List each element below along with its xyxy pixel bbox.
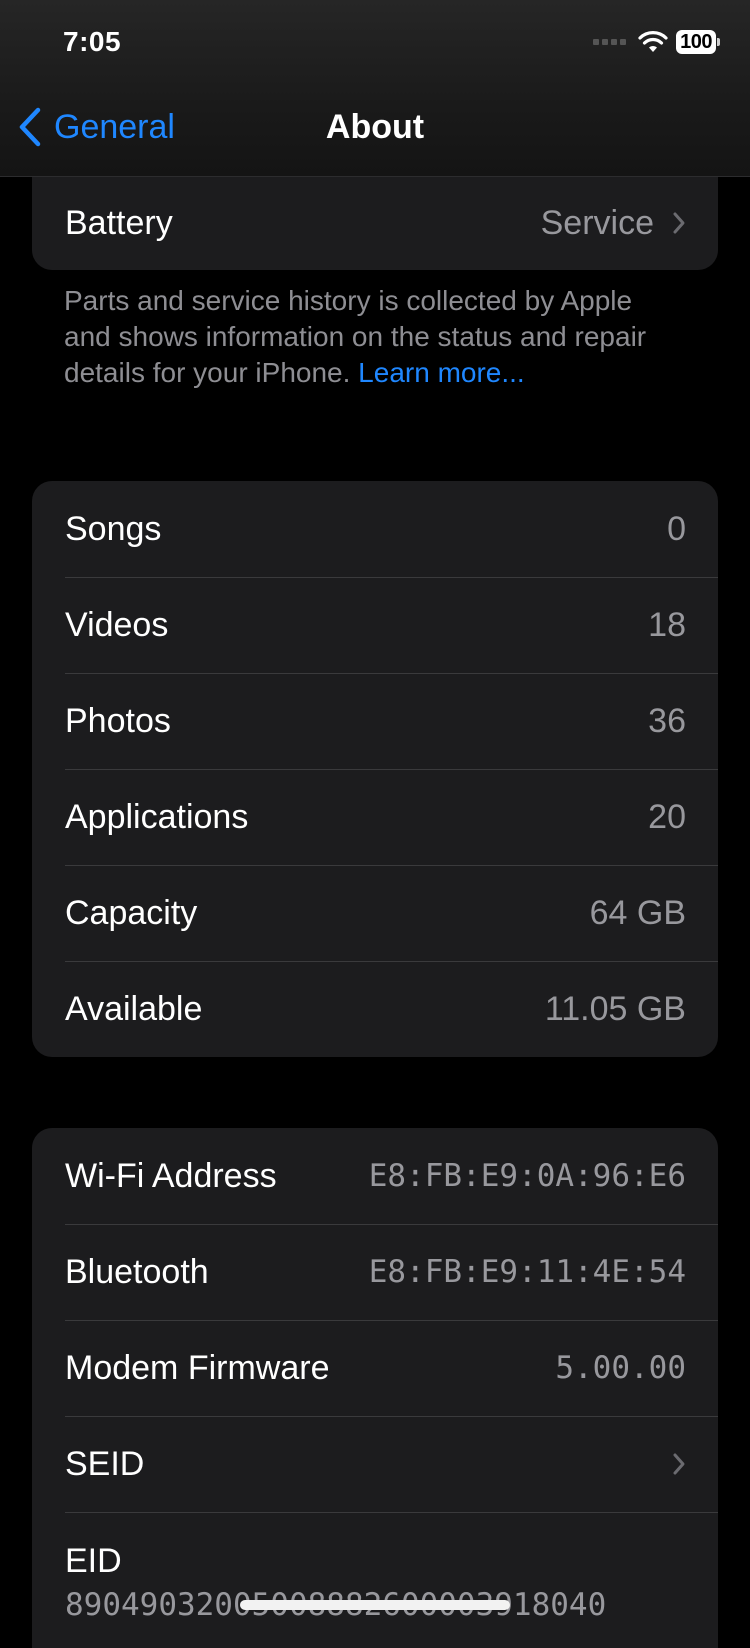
row-label: Bluetooth [65,1252,209,1291]
wifi-address-row: Wi-Fi Address E8:FB:E9:0A:96:E6 [32,1128,718,1224]
modem-firmware-row: Modem Firmware 5.00.00 [32,1320,718,1416]
battery-card: Battery Service [32,176,718,270]
row-value: 36 [648,701,686,740]
network-card: Wi-Fi Address E8:FB:E9:0A:96:E6 Bluetoot… [32,1128,718,1648]
battery-row[interactable]: Battery Service [32,176,718,270]
row-label: Applications [65,797,249,836]
row-label: Capacity [65,893,198,932]
row-value: 18 [648,605,686,644]
page-title: About [325,108,425,146]
row-value: E8:FB:E9:0A:96:E6 [368,1158,686,1194]
row-label: Photos [65,701,171,740]
row-label: SEID [65,1444,145,1483]
battery-footnote: Parts and service history is collected b… [64,283,664,391]
row-value: 11.05 GB [544,989,686,1028]
row-label: Modem Firmware [65,1348,330,1387]
row-label: Battery [65,203,173,242]
row-value: Service [540,203,654,242]
home-indicator[interactable] [240,1600,510,1610]
photos-row: Photos 36 [32,673,718,769]
row-value: 64 GB [589,893,686,932]
status-time: 7:05 [63,26,122,57]
chevron-right-icon [673,1453,685,1475]
row-value: 20 [648,797,686,836]
row-label: EID [65,1541,122,1580]
available-row: Available 11.05 GB [32,961,718,1057]
top-bar: 7:05 100 General About [0,0,750,177]
wifi-icon [638,31,668,52]
cellular-signal-icon [593,39,627,45]
row-label: Videos [65,605,169,644]
footnote-text: Parts and service history is collected b… [64,285,647,388]
row-label: Songs [65,509,162,548]
learn-more-link[interactable]: Learn more... [358,357,525,388]
songs-row: Songs 0 [32,481,718,577]
row-value: E8:FB:E9:11:4E:54 [368,1254,686,1290]
applications-row: Applications 20 [32,769,718,865]
row-label: Available [65,989,203,1028]
row-value: 0 [667,509,686,548]
status-icons: 100 [593,30,720,54]
seid-row[interactable]: SEID [32,1416,718,1512]
row-value: 5.00.00 [555,1350,686,1386]
bluetooth-row: Bluetooth E8:FB:E9:11:4E:54 [32,1224,718,1320]
battery-icon: 100 [676,30,720,54]
row-label: Wi-Fi Address [65,1156,277,1195]
eid-row: EID 89049032005008882600003918040 [32,1512,718,1648]
media-card: Songs 0 Videos 18 Photos 36 Applications… [32,481,718,1057]
capacity-row: Capacity 64 GB [32,865,718,961]
videos-row: Videos 18 [32,577,718,673]
chevron-right-icon [673,212,685,234]
battery-level: 100 [676,30,716,54]
